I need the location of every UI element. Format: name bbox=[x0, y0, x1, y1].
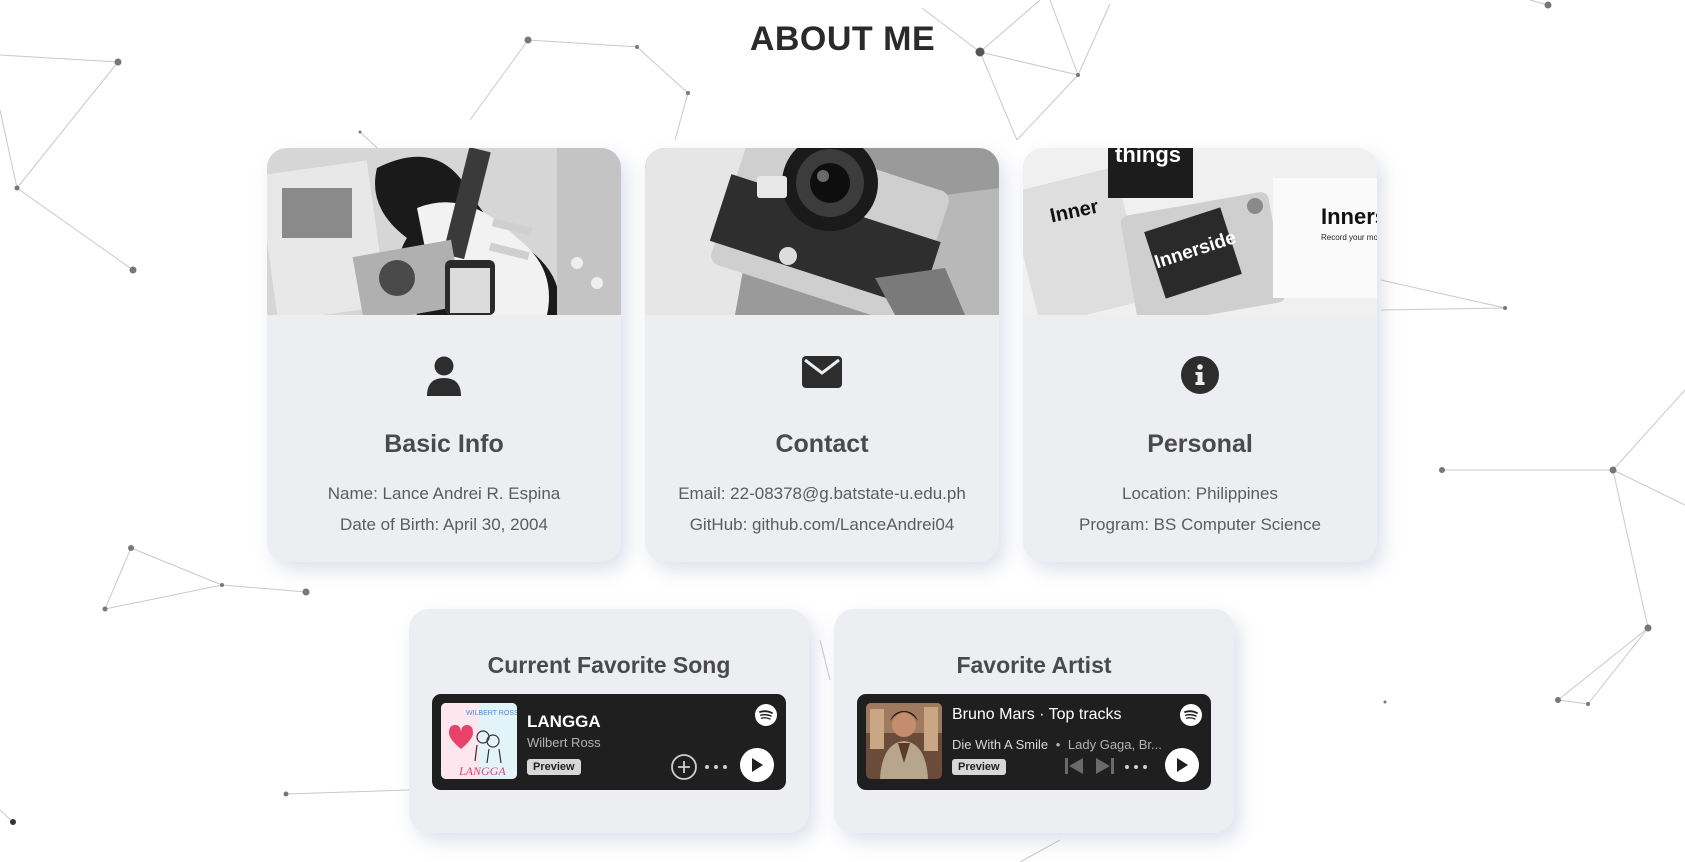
more-options-icon[interactable] bbox=[1124, 764, 1148, 770]
photo-text-things: things bbox=[1115, 148, 1181, 167]
program-text: Program: BS Computer Science bbox=[1079, 515, 1321, 534]
spotify-artist-embed[interactable]: Bruno Mars · Top tracks Die With A Smile… bbox=[857, 694, 1211, 790]
card-title: Basic Info bbox=[384, 430, 504, 458]
vintage-camera-photo bbox=[645, 148, 999, 315]
guitar-and-magazines-photo bbox=[267, 148, 621, 315]
artist-photo[interactable] bbox=[866, 703, 942, 779]
personal-card: things Inner Innerside Inners Record you… bbox=[1023, 148, 1377, 562]
about-page: ABOUT ME Basic Info Name: Lance Andrei R… bbox=[0, 0, 1685, 862]
contact-card: Contact Email: 22-08378@g.batstate-u.edu… bbox=[645, 148, 999, 562]
album-art[interactable]: WILBERT ROSS LANGGA bbox=[441, 703, 517, 779]
spotify-icon[interactable] bbox=[755, 704, 777, 726]
github-text[interactable]: GitHub: github.com/LanceAndrei04 bbox=[645, 515, 999, 535]
previous-track-icon[interactable] bbox=[1064, 757, 1084, 775]
track-title[interactable]: LANGGA bbox=[527, 712, 601, 732]
email-text[interactable]: Email: 22-08378@g.batstate-u.edu.ph bbox=[645, 484, 999, 504]
user-icon bbox=[427, 356, 461, 396]
song-heading: Current Favorite Song bbox=[487, 652, 731, 678]
add-to-library-icon[interactable] bbox=[670, 753, 698, 781]
favorite-artist-card: Favorite Artist Bruno Mars · Top tracks … bbox=[834, 609, 1234, 833]
current-track[interactable]: Die With A Smile bbox=[952, 737, 1048, 752]
more-options-icon[interactable] bbox=[704, 764, 728, 770]
next-track-icon[interactable] bbox=[1095, 757, 1115, 775]
play-button[interactable] bbox=[1165, 748, 1199, 782]
preview-badge: Preview bbox=[527, 759, 581, 775]
artist-heading: Favorite Artist bbox=[956, 652, 1112, 678]
photo-text-inners: Inners bbox=[1321, 204, 1377, 229]
track-artists[interactable]: Lady Gaga, Br... bbox=[1068, 737, 1162, 752]
play-icon bbox=[1177, 758, 1188, 772]
envelope-icon bbox=[802, 356, 842, 388]
separator-dot: • bbox=[1055, 737, 1061, 752]
card-title: Personal bbox=[1147, 430, 1253, 458]
svg-text:WILBERT ROSS: WILBERT ROSS bbox=[466, 710, 517, 717]
name-text: Name: Lance Andrei R. Espina bbox=[327, 484, 561, 503]
info-icon bbox=[1181, 356, 1219, 394]
artist-name[interactable]: Bruno Mars · Top tracks bbox=[952, 706, 1122, 724]
spotify-song-embed[interactable]: WILBERT ROSS LANGGA LANGGA Wilbert Ross … bbox=[432, 694, 786, 790]
card-title: Contact bbox=[775, 430, 869, 458]
preview-badge: Preview bbox=[952, 759, 1006, 775]
track-artist[interactable]: Wilbert Ross bbox=[527, 735, 601, 750]
basic-info-card: Basic Info Name: Lance Andrei R. Espina … bbox=[267, 148, 621, 562]
location-text: Location: Philippines bbox=[1122, 484, 1278, 503]
birthdate-text: Date of Birth: April 30, 2004 bbox=[340, 515, 548, 534]
page-title: ABOUT ME bbox=[749, 20, 936, 58]
photo-text-record: Record your mo bbox=[1321, 233, 1377, 242]
album-art-text: LANGGA bbox=[458, 764, 506, 778]
spotify-icon[interactable] bbox=[1180, 704, 1202, 726]
magazine-collage-photo: things Inner Innerside Inners Record you… bbox=[1023, 148, 1377, 315]
play-button[interactable] bbox=[740, 748, 774, 782]
favorite-song-card: Current Favorite Song WILBERT ROSS LANGG… bbox=[409, 609, 809, 833]
play-icon bbox=[752, 758, 763, 772]
